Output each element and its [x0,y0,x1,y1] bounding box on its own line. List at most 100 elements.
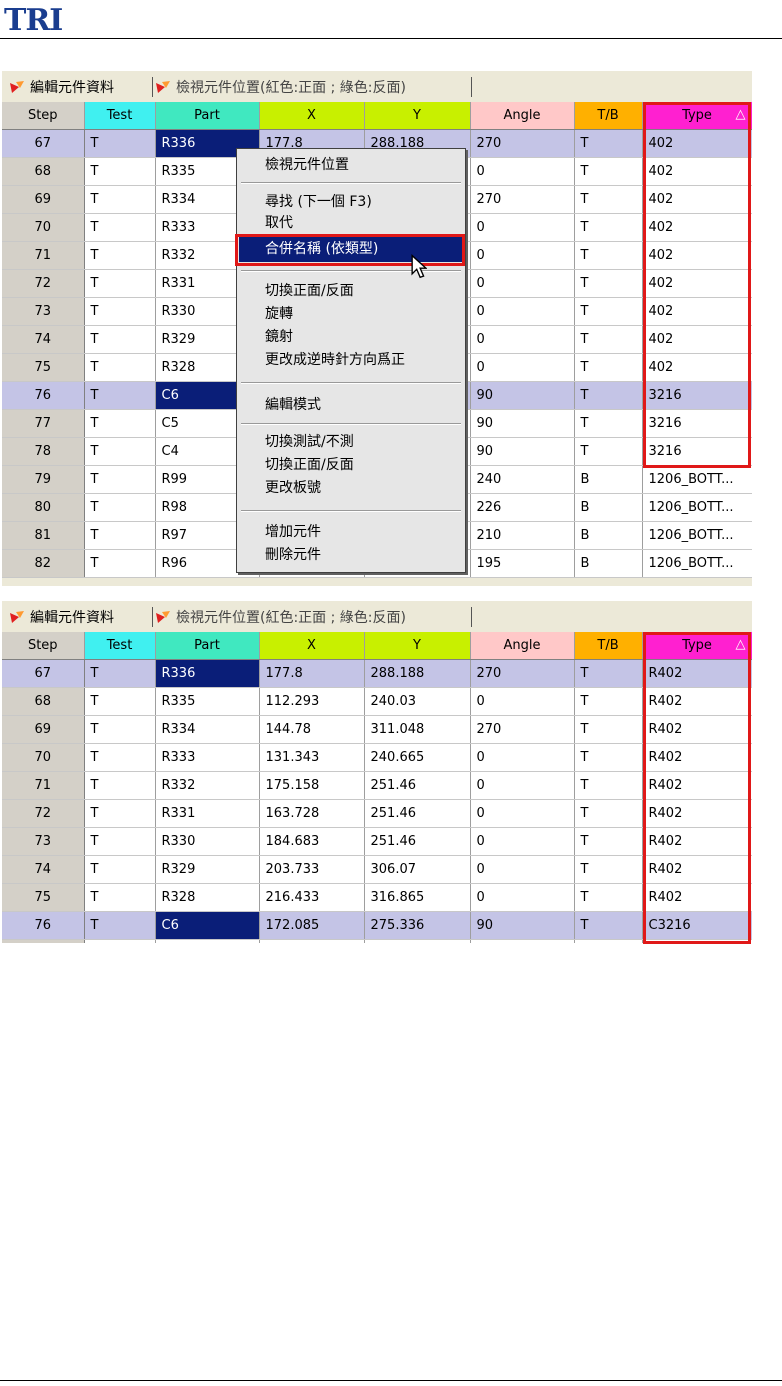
cell-type[interactable]: 1206_BOTT... [642,549,752,578]
cell-step[interactable]: 70 [2,743,85,772]
cell-x[interactable]: 216.433 [259,883,365,912]
cell-tb[interactable]: T [574,939,643,943]
cell-tb[interactable]: T [574,715,643,744]
tab-view-position[interactable]: 檢視元件位置(紅色:正面 ; 綠色:反面) [154,601,406,632]
cell-tb[interactable]: T [574,771,643,800]
cell-y[interactable]: 251.46 [364,799,471,828]
cell-type[interactable]: 1206_BOTT... [642,465,752,494]
cell-x[interactable]: 172.085 [259,911,365,940]
cell-tb[interactable]: T [574,911,643,940]
cell-part[interactable]: R331 [155,799,260,828]
menu-item-toggle-test[interactable]: 切換測試/不測 [265,432,354,452]
menu-item-toggle-side-2[interactable]: 切換正面/反面 [265,455,354,475]
cell-step[interactable]: 70 [2,213,85,242]
menu-item-find-next[interactable]: 尋找 (下一個 F3) [265,192,372,212]
cell-step[interactable]: 79 [2,465,85,494]
column-header-step[interactable]: Step [2,102,85,130]
cell-angle[interactable]: 270 [470,715,575,744]
cell-step[interactable]: 71 [2,771,85,800]
cell-angle[interactable]: 0 [470,213,575,242]
cell-test[interactable]: T [84,883,156,912]
cell-step[interactable]: 71 [2,241,85,270]
cell-angle[interactable]: 270 [470,129,575,158]
cell-angle[interactable]: 210 [470,521,575,550]
menu-item-change-board-number[interactable]: 更改板號 [265,478,321,498]
menu-item-edit-mode[interactable]: 編輯模式 [265,395,321,415]
menu-item-replace[interactable]: 取代 [265,213,293,233]
cell-part[interactable]: R336 [155,659,260,688]
cell-x[interactable]: 144.78 [259,715,365,744]
cell-test[interactable]: T [84,353,156,382]
cell-y[interactable]: 316.865 [364,883,471,912]
tab-edit-component[interactable]: 編輯元件資料 [8,601,114,632]
cell-step[interactable]: 73 [2,827,85,856]
cell-tb[interactable]: T [574,883,643,912]
cell-part[interactable]: R330 [155,827,260,856]
cell-tb[interactable]: T [574,827,643,856]
cell-tb[interactable]: B [574,549,643,578]
cell-test[interactable]: T [84,715,156,744]
column-header-part[interactable]: Part [155,102,260,130]
cell-step[interactable]: 67 [2,659,85,688]
cell-tb[interactable]: T [574,129,643,158]
cell-tb[interactable]: T [574,325,643,354]
cell-test[interactable]: T [84,185,156,214]
cell-type[interactable]: 1206_BOTT... [642,521,752,550]
cell-angle[interactable]: 0 [470,743,575,772]
column-header-part[interactable]: Part [155,632,260,660]
menu-item-ccw-positive[interactable]: 更改成逆時針方向爲正 [265,350,405,370]
cell-angle[interactable]: 226 [470,493,575,522]
cell-test[interactable]: T [84,157,156,186]
cell-angle[interactable]: 90 [470,409,575,438]
cell-test[interactable]: T [84,493,156,522]
cell-tb[interactable]: B [574,465,643,494]
cell-step[interactable]: 76 [2,911,85,940]
cell-x[interactable]: 163.728 [259,799,365,828]
column-header-angle[interactable]: Angle [470,632,575,660]
menu-item-toggle-side[interactable]: 切換正面/反面 [265,281,354,301]
column-header-step[interactable]: Step [2,632,85,660]
cell-tb[interactable]: T [574,855,643,884]
cell-part[interactable]: R328 [155,883,260,912]
table-row[interactable]: 75 T R328 216.433 316.865 0 T R402 [2,883,752,912]
cell-tb[interactable]: T [574,269,643,298]
table-row[interactable]: 68 T R335 112.293 240.03 0 T R402 [2,687,752,716]
cell-step[interactable]: 74 [2,855,85,884]
menu-item-add-component[interactable]: 增加元件 [265,522,321,542]
tab-view-position[interactable]: 檢視元件位置(紅色:正面 ; 綠色:反面) [154,71,406,102]
cell-step[interactable]: 75 [2,353,85,382]
cell-test[interactable]: T [84,687,156,716]
cell-test[interactable]: T [84,465,156,494]
cell-step[interactable]: 72 [2,269,85,298]
cell-test[interactable]: T [84,771,156,800]
cell-tb[interactable]: T [574,409,643,438]
cell-tb[interactable]: T [574,381,643,410]
cell-y[interactable]: 251.46 [364,771,471,800]
table-row[interactable]: 77TC5165.1275.33690TC3216 [2,939,752,943]
cell-tb[interactable]: T [574,437,643,466]
cell-y[interactable]: 275.336 [364,939,471,943]
cell-step[interactable]: 68 [2,687,85,716]
cell-step[interactable]: 80 [2,493,85,522]
cell-tb[interactable]: T [574,297,643,326]
cell-angle[interactable]: 270 [470,659,575,688]
cell-angle[interactable]: 0 [470,157,575,186]
cell-angle[interactable]: 0 [470,827,575,856]
cell-step[interactable]: 77 [2,409,85,438]
cell-step[interactable]: 69 [2,185,85,214]
table-row[interactable]: 72 T R331 163.728 251.46 0 T R402 [2,799,752,828]
menu-item-view-position[interactable]: 檢視元件位置 [265,155,349,175]
cell-angle[interactable]: 90 [470,381,575,410]
cell-y[interactable]: 240.03 [364,687,471,716]
cell-step[interactable]: 77 [2,939,85,943]
table-row[interactable]: 70 T R333 131.343 240.665 0 T R402 [2,743,752,772]
cell-part[interactable]: R333 [155,743,260,772]
tab-edit-component[interactable]: 編輯元件資料 [8,71,114,102]
cell-tb[interactable]: T [574,743,643,772]
cell-x[interactable]: 203.733 [259,855,365,884]
table-row[interactable]: 73 T R330 184.683 251.46 0 T R402 [2,827,752,856]
column-header-x[interactable]: X [259,632,365,660]
cell-angle[interactable]: 0 [470,771,575,800]
cell-type[interactable]: 1206_BOTT... [642,493,752,522]
cell-test[interactable]: T [84,437,156,466]
